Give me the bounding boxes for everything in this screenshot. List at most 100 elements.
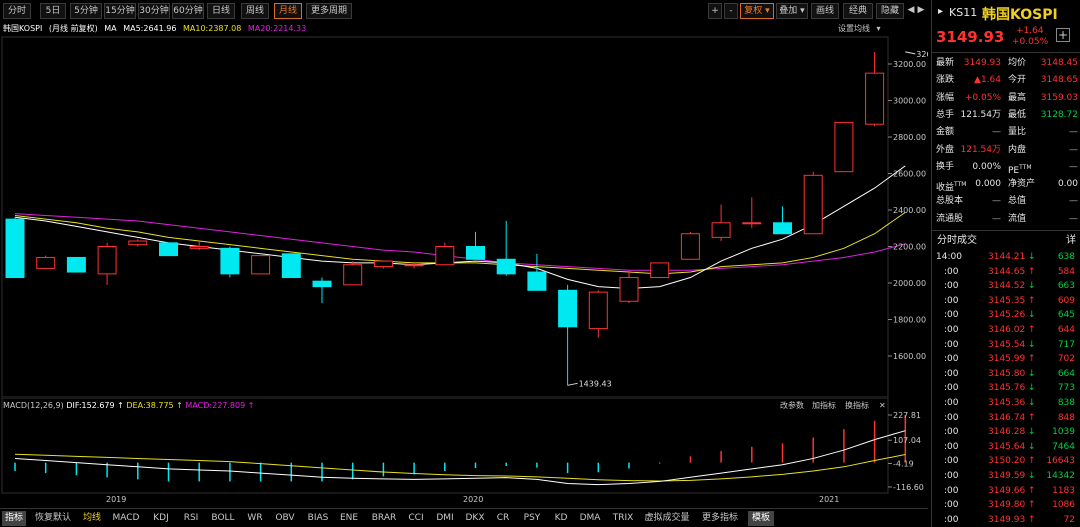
classic-button[interactable]: 经典 bbox=[843, 3, 873, 19]
tab-brar[interactable]: BRAR bbox=[368, 511, 400, 526]
last-price: 3149.93 bbox=[936, 28, 1005, 46]
candle bbox=[650, 262, 670, 279]
candle bbox=[527, 253, 547, 291]
tab-15min[interactable]: 15分钟 bbox=[104, 3, 136, 19]
down-arrow-icon: ↓ bbox=[1028, 383, 1036, 394]
tab-obv[interactable]: OBV bbox=[272, 511, 298, 526]
stat-row: 金额 — 量比 — bbox=[932, 124, 1080, 141]
macd-chart[interactable]: 227.81 107.04 -4.19 -116.60 bbox=[0, 398, 928, 494]
pe-ttm-sup: TTM bbox=[1019, 163, 1032, 171]
adjust-button[interactable]: 复权 ▾ bbox=[740, 3, 774, 19]
trade-price: 3149.93 bbox=[988, 514, 1026, 525]
trade-price: 3145.64 bbox=[988, 441, 1026, 452]
macd-lines bbox=[14, 430, 906, 486]
trades-detail-button[interactable]: 详 bbox=[1066, 232, 1076, 249]
tab-monthly[interactable]: 月线 bbox=[274, 3, 302, 19]
stat-row: 总手 121.54万 最低 3128.72 bbox=[932, 107, 1080, 124]
prev-arrow-icon[interactable]: ◀ bbox=[906, 3, 916, 19]
candle-body bbox=[343, 264, 363, 286]
tab-dmi[interactable]: DMI bbox=[432, 511, 458, 526]
zoom-out-button[interactable]: - bbox=[724, 3, 738, 19]
quote-nav-icon[interactable]: ▸ bbox=[938, 6, 943, 17]
trade-row: :00 3145.36 ↓ 838 bbox=[932, 396, 1080, 412]
tab-cci[interactable]: CCI bbox=[404, 511, 428, 526]
adjust-label: 复权 bbox=[744, 6, 763, 16]
tab-kdj[interactable]: KDJ bbox=[148, 511, 174, 526]
up-arrow-icon: ↑ bbox=[1028, 325, 1036, 335]
dif-line bbox=[14, 430, 906, 486]
trade-volume: 14342 bbox=[1046, 471, 1075, 481]
add-watchlist-button[interactable]: + bbox=[1056, 28, 1070, 42]
tab-daily[interactable]: 日线 bbox=[207, 3, 235, 19]
price-tick-label: 2000.00 bbox=[893, 279, 926, 288]
candle-body bbox=[834, 121, 854, 173]
trade-time: :00 bbox=[944, 368, 959, 379]
up-arrow-icon: ↑ bbox=[1028, 266, 1036, 277]
ma-settings-link[interactable]: 设置均线 ▾ bbox=[838, 22, 881, 36]
tab-indicator[interactable]: 指标 bbox=[2, 511, 26, 526]
tab-ma[interactable]: 均线 bbox=[80, 511, 104, 526]
ma5-value: MA5:2641.96 bbox=[123, 24, 177, 33]
trades-title: 分时成交 bbox=[937, 235, 977, 246]
tab-virtual-volume[interactable]: 虚拟成交量 bbox=[642, 511, 692, 526]
candle-body bbox=[220, 247, 240, 275]
trade-volume: 609 bbox=[1057, 295, 1075, 306]
tab-intraday[interactable]: 分时 bbox=[3, 3, 31, 19]
ma10-value: MA10:2387.08 bbox=[182, 24, 242, 33]
next-arrow-icon[interactable]: ▶ bbox=[916, 3, 926, 19]
trade-price: 3145.36 bbox=[988, 398, 1026, 408]
tab-5day[interactable]: 5日 bbox=[40, 3, 66, 19]
macd-tick-label: 227.81 bbox=[893, 411, 921, 420]
candlestick-chart[interactable]: 3200.00 3000.00 2800.00 2600.00 2400.00 2200.… bbox=[0, 36, 928, 398]
tab-bias[interactable]: BIAS bbox=[304, 511, 332, 526]
candle-body bbox=[97, 246, 117, 275]
stat-value: 0.00% bbox=[972, 161, 1001, 172]
candlesticks bbox=[5, 51, 885, 386]
trade-row: :00 3145.76 ↓ 773 bbox=[932, 381, 1080, 397]
overlay-button[interactable]: 叠加 ▾ bbox=[776, 3, 808, 19]
up-arrow-icon: ↑ bbox=[1028, 412, 1036, 423]
up-arrow-icon: ↑ bbox=[1028, 485, 1036, 496]
candle bbox=[742, 197, 762, 229]
tab-trix[interactable]: TRIX bbox=[608, 511, 638, 526]
trade-volume: 638 bbox=[1057, 252, 1075, 262]
candle-body bbox=[803, 174, 823, 235]
tab-ene[interactable]: ENE bbox=[336, 511, 362, 526]
stat-label: 最新 bbox=[936, 58, 955, 68]
stat-value: — bbox=[1069, 161, 1078, 172]
trade-price: 3145.99 bbox=[988, 354, 1026, 365]
stat-label: 净资产 bbox=[1008, 179, 1036, 190]
eps-ttm-sup: TTM bbox=[954, 181, 967, 189]
tab-reset-default[interactable]: 恢复默认 bbox=[32, 511, 74, 526]
tab-more-indicators[interactable]: 更多指标 bbox=[698, 511, 742, 526]
candle-body bbox=[281, 253, 301, 279]
tab-kd[interactable]: KD bbox=[550, 511, 572, 526]
tab-macd[interactable]: MACD bbox=[110, 511, 142, 526]
tab-wr[interactable]: WR bbox=[244, 511, 266, 526]
tab-boll[interactable]: BOLL bbox=[208, 511, 238, 526]
stat-row: 流通股 — 流值 — bbox=[932, 211, 1080, 228]
tab-60min[interactable]: 60分钟 bbox=[172, 3, 204, 19]
tab-30min[interactable]: 30分钟 bbox=[138, 3, 170, 19]
tab-5min[interactable]: 5分钟 bbox=[70, 3, 102, 19]
moving-average-lines bbox=[14, 165, 906, 289]
trade-time: :00 bbox=[944, 412, 959, 423]
tab-weekly[interactable]: 周线 bbox=[241, 3, 269, 19]
tab-dma[interactable]: DMA bbox=[576, 511, 604, 526]
tab-rsi[interactable]: RSI bbox=[180, 511, 202, 526]
stat-label: 最低 bbox=[1008, 109, 1027, 120]
zoom-in-button[interactable]: + bbox=[708, 3, 722, 19]
draw-button[interactable]: 画线 bbox=[811, 3, 839, 19]
trade-price: 3145.80 bbox=[988, 368, 1026, 379]
tab-cr[interactable]: CR bbox=[492, 511, 514, 526]
tab-more-periods[interactable]: 更多周期 bbox=[306, 3, 352, 19]
divider bbox=[932, 230, 1080, 231]
stat-value: +0.05% bbox=[964, 92, 1001, 103]
hide-button[interactable]: 隐藏 bbox=[876, 3, 904, 19]
trade-row: 14:00 3144.21 ↓ 638 bbox=[932, 250, 1080, 266]
tab-template[interactable]: 模板 bbox=[748, 511, 774, 526]
tab-psy[interactable]: PSY bbox=[518, 511, 546, 526]
trade-row: :00 3145.99 ↑ 702 bbox=[932, 352, 1080, 368]
tab-dkx[interactable]: DKX bbox=[462, 511, 488, 526]
candle-body bbox=[404, 264, 424, 267]
